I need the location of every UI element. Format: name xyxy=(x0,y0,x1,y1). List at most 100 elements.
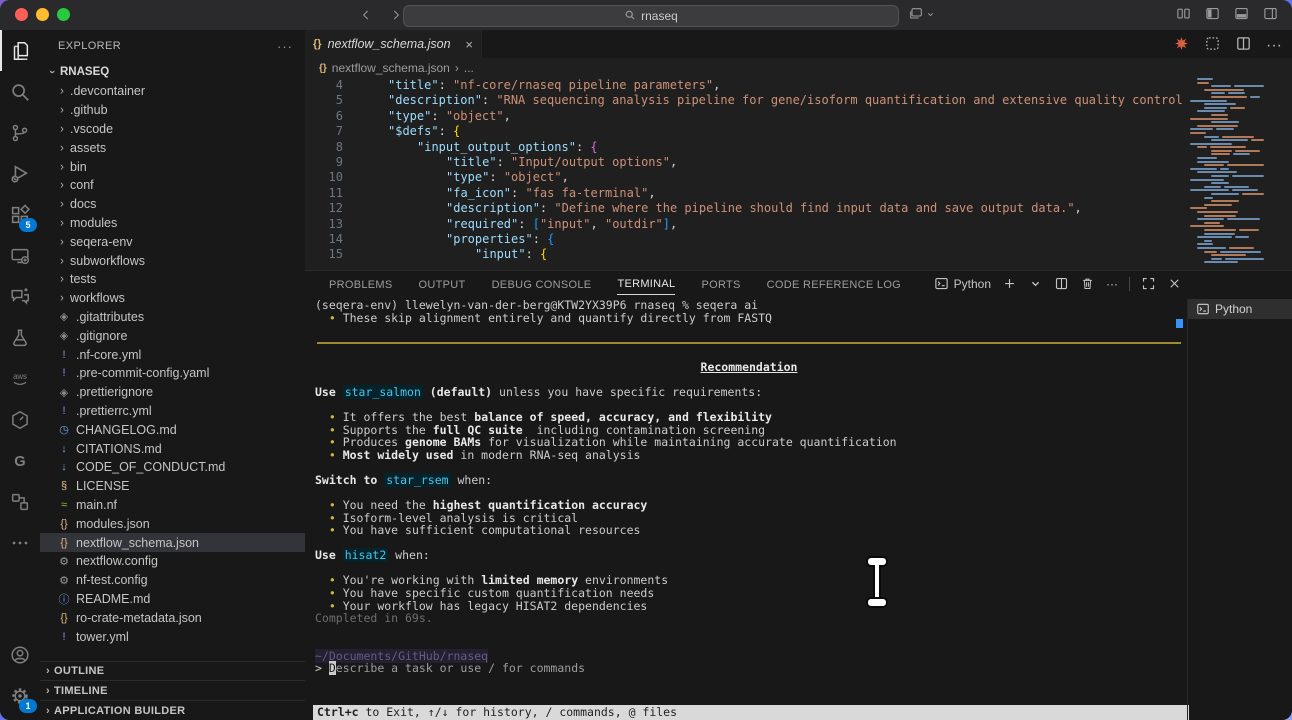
kill-terminal-icon[interactable] xyxy=(1080,276,1095,291)
toggle-secondary-sidebar-icon[interactable] xyxy=(1263,6,1278,21)
activity-item-gitlens[interactable]: G xyxy=(0,440,40,481)
code-editor[interactable]: 4"title": "nf-core/rnaseq pipeline param… xyxy=(305,78,1182,270)
file--gitattributes[interactable]: ◈.gitattributes xyxy=(40,308,305,327)
activity-item-search[interactable] xyxy=(0,71,40,112)
sidebar-section-application-builder[interactable]: ›APPLICATION BUILDER xyxy=(40,700,305,720)
extension-action-icon[interactable] xyxy=(1173,35,1190,57)
activity-item-testing[interactable] xyxy=(0,317,40,358)
terminal-shell-label[interactable]: Python xyxy=(934,276,991,291)
traffic-lights xyxy=(15,8,70,21)
breadcrumb-chevron-icon: › xyxy=(455,61,459,75)
file-main-nf[interactable]: ≈main.nf xyxy=(40,496,305,515)
folder-bin[interactable]: ›bin xyxy=(40,157,305,176)
maximize-panel-icon[interactable] xyxy=(1141,276,1156,291)
panel-tab-terminal[interactable]: TERMINAL xyxy=(617,273,675,295)
explorer-more-actions-icon[interactable]: ··· xyxy=(277,39,293,54)
activity-item-project-graph[interactable] xyxy=(0,481,40,522)
schema-preview-icon[interactable] xyxy=(1204,35,1221,57)
activity-item-hex-tool[interactable] xyxy=(0,399,40,440)
activity-item-accounts[interactable] xyxy=(0,634,40,675)
tab-close-icon[interactable]: × xyxy=(465,37,473,52)
folder-conf[interactable]: ›conf xyxy=(40,176,305,195)
folder-subworkflows[interactable]: ›subworkflows xyxy=(40,251,305,270)
code-line-8: 8"input_output_options": { xyxy=(305,140,1182,155)
activity-item-explorer[interactable] xyxy=(0,30,40,71)
folder-docs[interactable]: ›docs xyxy=(40,195,305,214)
layout-dropdown-button[interactable] xyxy=(908,6,935,22)
breadcrumb-more[interactable]: ... xyxy=(464,61,474,75)
file-changelog-md[interactable]: ◷CHANGELOG.md xyxy=(40,420,305,439)
folder--devcontainer[interactable]: ›.devcontainer xyxy=(40,82,305,101)
terminal-list-item-python[interactable]: Python xyxy=(1188,299,1292,319)
file-label: modules.json xyxy=(76,517,150,531)
panel-more-actions-icon[interactable]: ··· xyxy=(1106,277,1118,291)
file--nf-core-yml[interactable]: !.nf-core.yml xyxy=(40,345,305,364)
file-label: tower.yml xyxy=(76,630,129,644)
breadcrumb[interactable]: {} nextflow_schema.json › ... xyxy=(305,58,1292,78)
file-license[interactable]: §LICENSE xyxy=(40,477,305,496)
line-number: 5 xyxy=(305,93,359,108)
activity-item-settings[interactable]: 1 xyxy=(0,675,40,716)
split-terminal-icon[interactable] xyxy=(1054,276,1069,291)
activity-item-remote-explorer[interactable] xyxy=(0,235,40,276)
root-label: RNASEQ xyxy=(60,66,109,78)
panel-tab-debug-console[interactable]: DEBUG CONSOLE xyxy=(492,274,592,295)
terminal-dropdown-chevron-icon[interactable] xyxy=(1028,276,1043,291)
panel-tab-ports[interactable]: PORTS xyxy=(701,274,740,295)
file--prettierrc-yml[interactable]: !.prettierrc.yml xyxy=(40,402,305,421)
activity-item-ai-chat[interactable] xyxy=(0,276,40,317)
file-tower-yml[interactable]: !tower.yml xyxy=(40,627,305,646)
file--prettierignore[interactable]: ◈.prettierignore xyxy=(40,383,305,402)
toggle-panel-icon[interactable] xyxy=(1234,6,1249,21)
panel-tab-problems[interactable]: PROBLEMS xyxy=(329,274,393,295)
line-number: 7 xyxy=(305,124,359,139)
file-label: .prettierignore xyxy=(76,385,153,399)
navigate-back-button[interactable] xyxy=(356,4,376,26)
minimize-window-button[interactable] xyxy=(36,8,49,21)
file-nf-test-config[interactable]: ⚙nf-test.config xyxy=(40,571,305,590)
folder-workflows[interactable]: ›workflows xyxy=(40,289,305,308)
file--gitignore[interactable]: ◈.gitignore xyxy=(40,326,305,345)
toggle-primary-sidebar-icon[interactable] xyxy=(1205,6,1220,21)
close-panel-icon[interactable] xyxy=(1167,276,1182,291)
tab-nextflow-schema[interactable]: {} nextflow_schema.json × xyxy=(305,30,482,58)
file-nextflow-schema-json[interactable]: {}nextflow_schema.json xyxy=(40,533,305,552)
activity-item-source-control[interactable] xyxy=(0,112,40,153)
explorer-root-rnaseq[interactable]: ›RNASEQ xyxy=(40,62,305,82)
file-modules-json[interactable]: {}modules.json xyxy=(40,514,305,533)
zoom-window-button[interactable] xyxy=(57,8,70,21)
terminal-output[interactable]: (seqera-env) llewelyn-van-der-berg@KTW2Y… xyxy=(315,299,1183,705)
panel-tab-code-reference-log[interactable]: CODE REFERENCE LOG xyxy=(767,274,901,295)
chevron-right-icon: › xyxy=(54,104,70,117)
folder-tests[interactable]: ›tests xyxy=(40,270,305,289)
activity-item-run-and-debug[interactable] xyxy=(0,153,40,194)
command-center-search[interactable]: rnaseq xyxy=(403,5,899,27)
editor-more-actions-icon[interactable]: ··· xyxy=(1266,37,1282,55)
new-terminal-icon[interactable] xyxy=(1002,276,1017,291)
customize-layout-icon[interactable] xyxy=(1176,6,1191,21)
file--pre-commit-config-yaml[interactable]: !.pre-commit-config.yaml xyxy=(40,364,305,383)
activity-item-more-views[interactable] xyxy=(0,522,40,563)
activity-item-aws-toolkit[interactable]: aws xyxy=(0,358,40,399)
file-citations-md[interactable]: ↓CITATIONS.md xyxy=(40,439,305,458)
file-code-of-conduct-md[interactable]: ↓CODE_OF_CONDUCT.md xyxy=(40,458,305,477)
folder--github[interactable]: ›.github xyxy=(40,101,305,120)
file-nextflow-config[interactable]: ⚙nextflow.config xyxy=(40,552,305,571)
close-window-button[interactable] xyxy=(15,8,28,21)
file-ro-crate-metadata-json[interactable]: {}ro-crate-metadata.json xyxy=(40,608,305,627)
folder-assets[interactable]: ›assets xyxy=(40,138,305,157)
folder-modules[interactable]: ›modules xyxy=(40,214,305,233)
breadcrumb-file[interactable]: nextflow_schema.json xyxy=(332,61,450,75)
file-readme-md[interactable]: ⓘREADME.md xyxy=(40,590,305,609)
minimap[interactable] xyxy=(1186,78,1264,270)
file-label: .devcontainer xyxy=(70,84,145,98)
sidebar-section-outline[interactable]: ›OUTLINE xyxy=(40,661,305,681)
aws-icon: aws xyxy=(9,368,31,390)
folder--vscode[interactable]: ›.vscode xyxy=(40,120,305,139)
split-editor-icon[interactable] xyxy=(1235,35,1252,57)
folder-seqera-env[interactable]: ›seqera-env xyxy=(40,232,305,251)
activity-item-extensions[interactable]: 5 xyxy=(0,194,40,235)
terminal-line: • These skip alignment entirely and quan… xyxy=(315,312,1183,325)
sidebar-section-timeline[interactable]: ›TIMELINE xyxy=(40,680,305,700)
panel-tab-output[interactable]: OUTPUT xyxy=(419,274,466,295)
